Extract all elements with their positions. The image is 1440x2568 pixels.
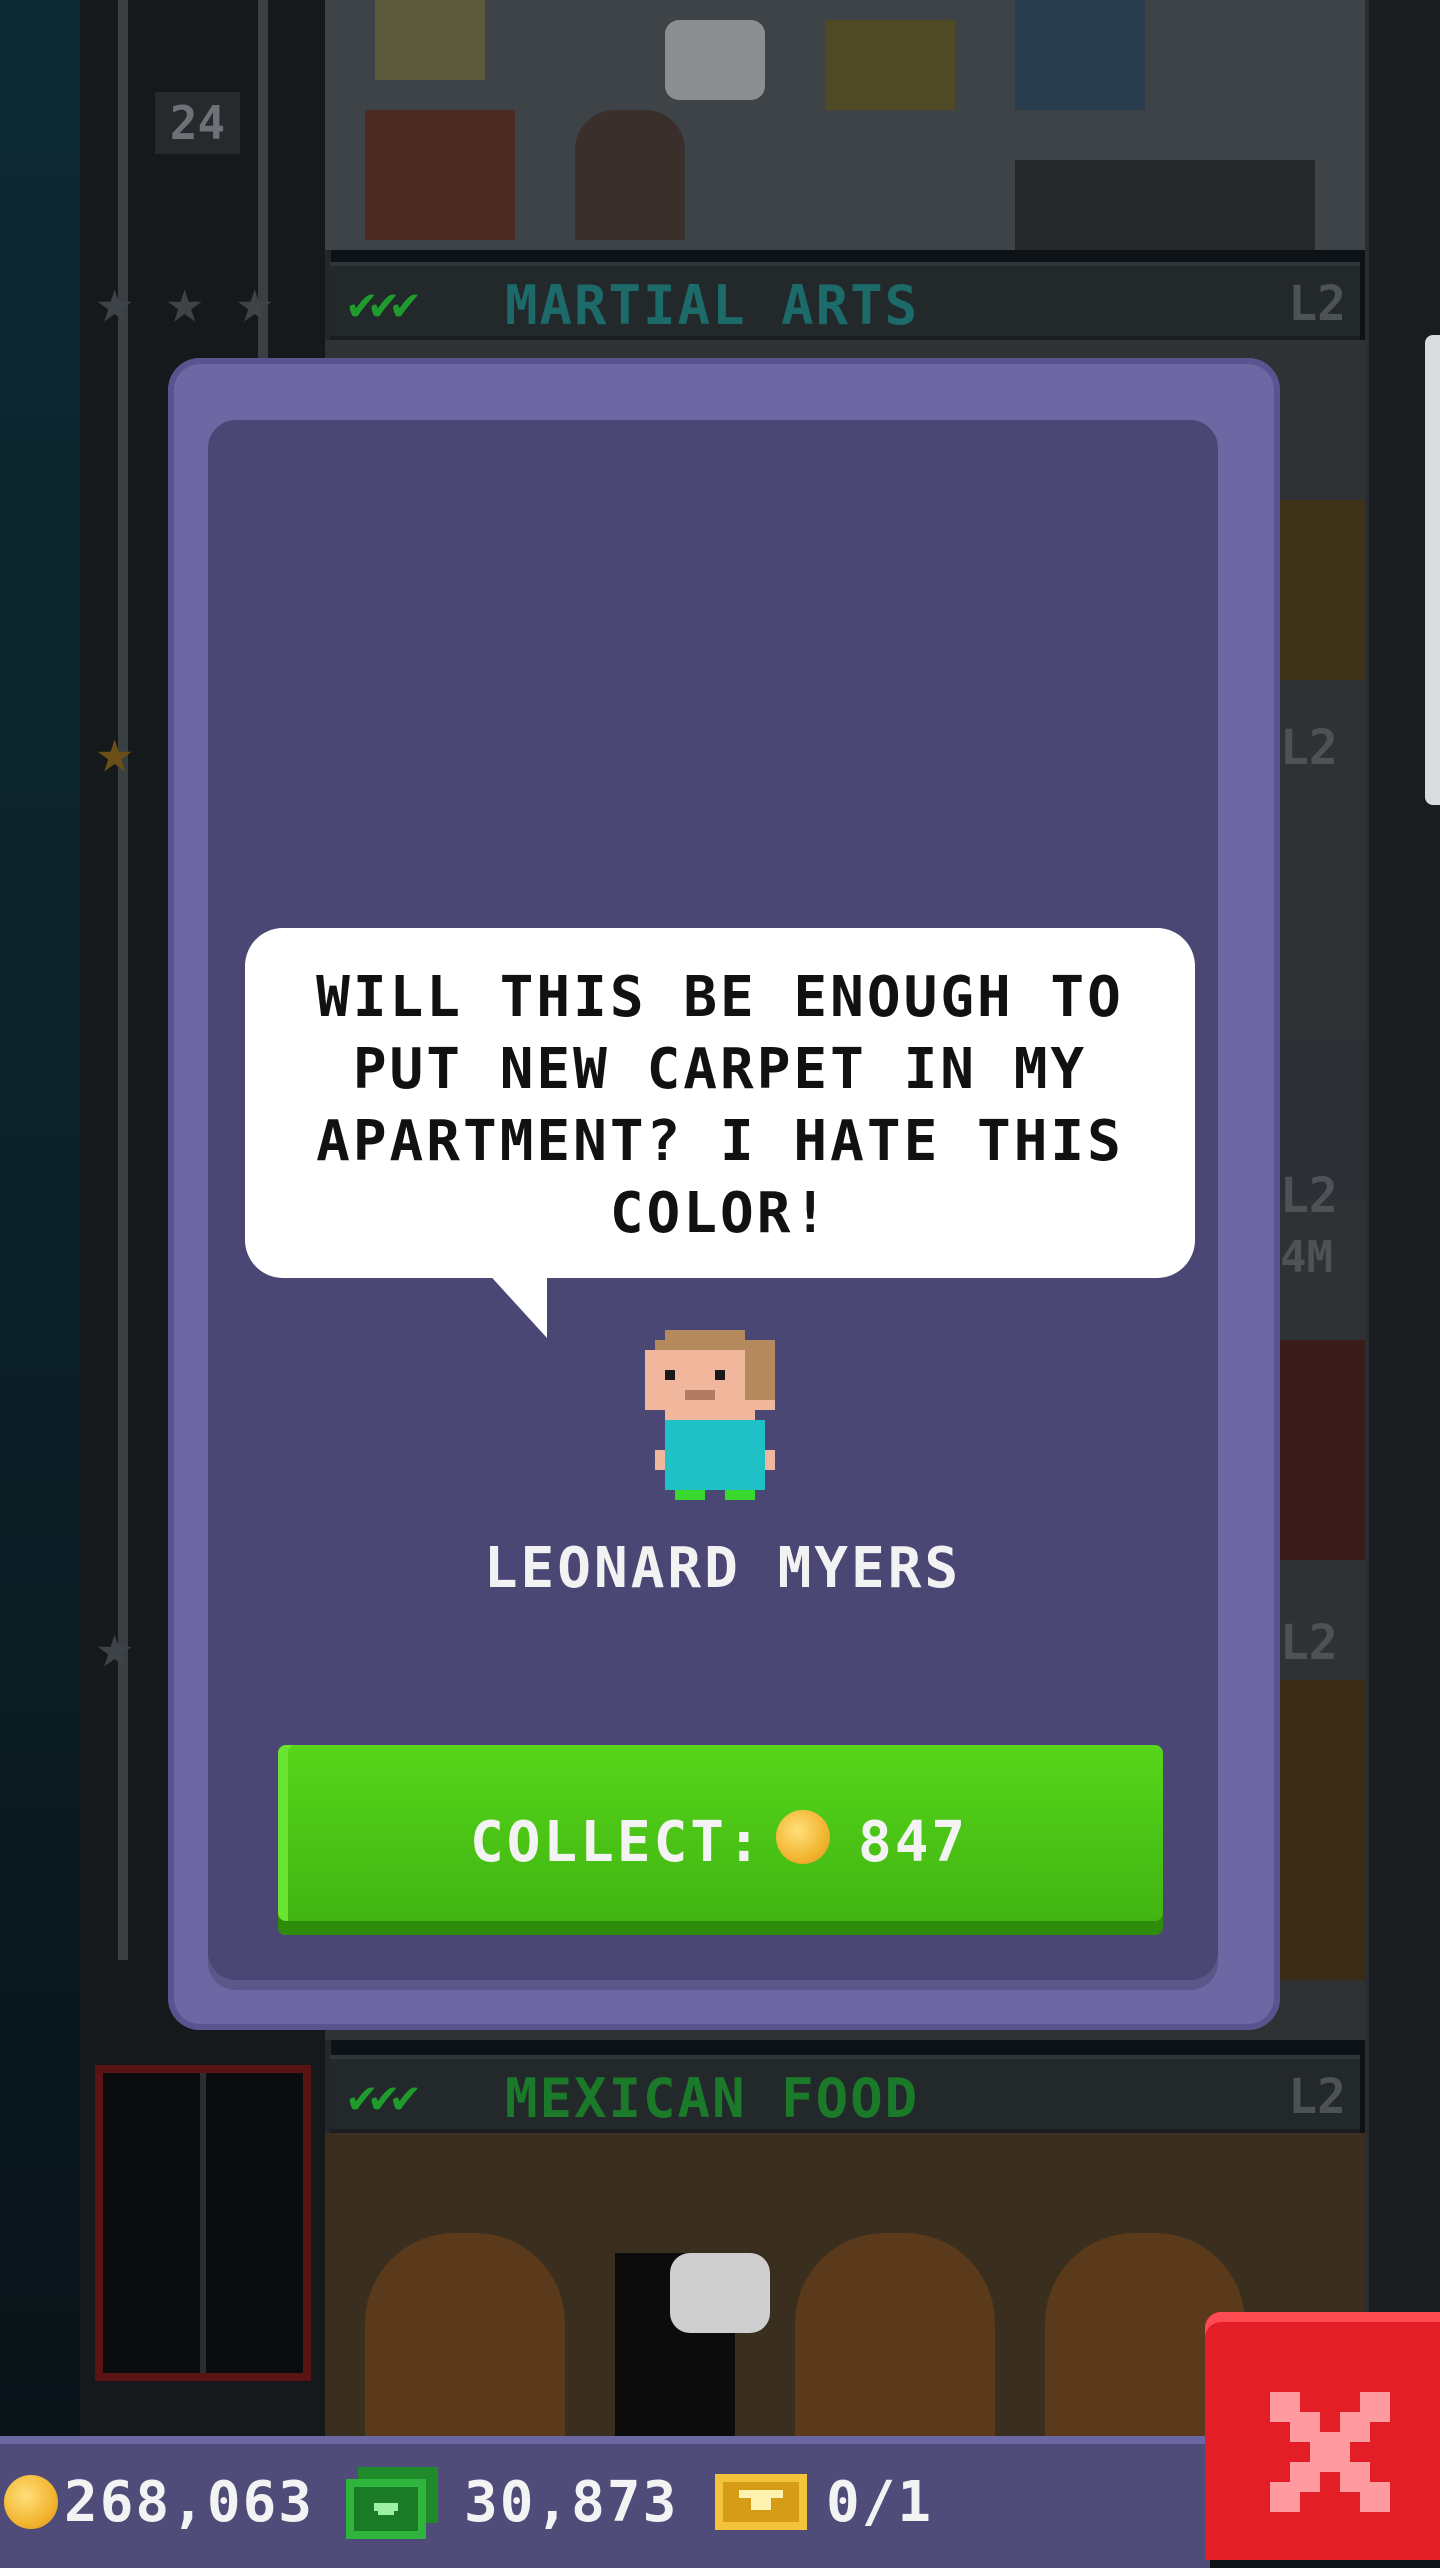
coin-icon — [776, 1810, 830, 1864]
elevator-floor-number: 24 — [155, 92, 240, 154]
floor-name: MEXICAN FOOD — [505, 2067, 920, 2130]
floor-room — [325, 0, 1365, 250]
star-icon: ★ — [96, 1609, 134, 1682]
star-icon: ★ — [166, 264, 204, 337]
bux-count: 30,873 — [464, 2470, 679, 2535]
floor-level: 4M — [1280, 1232, 1333, 1283]
ticket-count: 0/1 — [826, 2470, 934, 2535]
speech-bubble-tail — [485, 1270, 547, 1338]
coin-count: 268,063 — [64, 2470, 315, 2535]
star-icon: ★ — [96, 714, 134, 787]
collect-label: COLLECT: — [470, 1810, 764, 1875]
bux-icon — [346, 2467, 438, 2539]
golden-ticket-icon — [715, 2474, 807, 2530]
bitizen-character — [645, 1330, 775, 1500]
close-icon[interactable] — [1270, 2392, 1390, 2512]
star-icon: ★ — [236, 264, 274, 337]
floor-sign-martial-arts: ✔✔✔ MARTIAL ARTS L2 — [330, 262, 1360, 340]
star-icon: ★ — [96, 264, 134, 337]
elevator-door — [95, 2065, 311, 2381]
floor-level: L2 — [1280, 1168, 1338, 1224]
floor-level: L2 — [1280, 720, 1338, 776]
speech-text: WILL THIS BE ENOUGH TO PUT NEW CARPET IN… — [316, 965, 1124, 1246]
floor-name: MARTIAL ARTS — [505, 274, 920, 337]
floor-level: L2 — [1288, 2069, 1346, 2125]
scroll-indicator[interactable] — [1425, 335, 1440, 805]
floor-level: L2 — [1280, 1615, 1338, 1671]
sky-strip — [0, 0, 80, 2440]
floor-sign-mexican-food: ✔✔✔ MEXICAN FOOD L2 — [330, 2055, 1360, 2133]
floor-level: L2 — [1288, 276, 1346, 332]
npc-name: LEONARD MYERS — [483, 1536, 962, 1601]
collect-amount: 847 — [858, 1810, 969, 1875]
checkmark-icon: ✔✔✔ — [348, 276, 419, 330]
checkmark-icon: ✔✔✔ — [348, 2069, 419, 2123]
coin-icon — [4, 2475, 58, 2529]
